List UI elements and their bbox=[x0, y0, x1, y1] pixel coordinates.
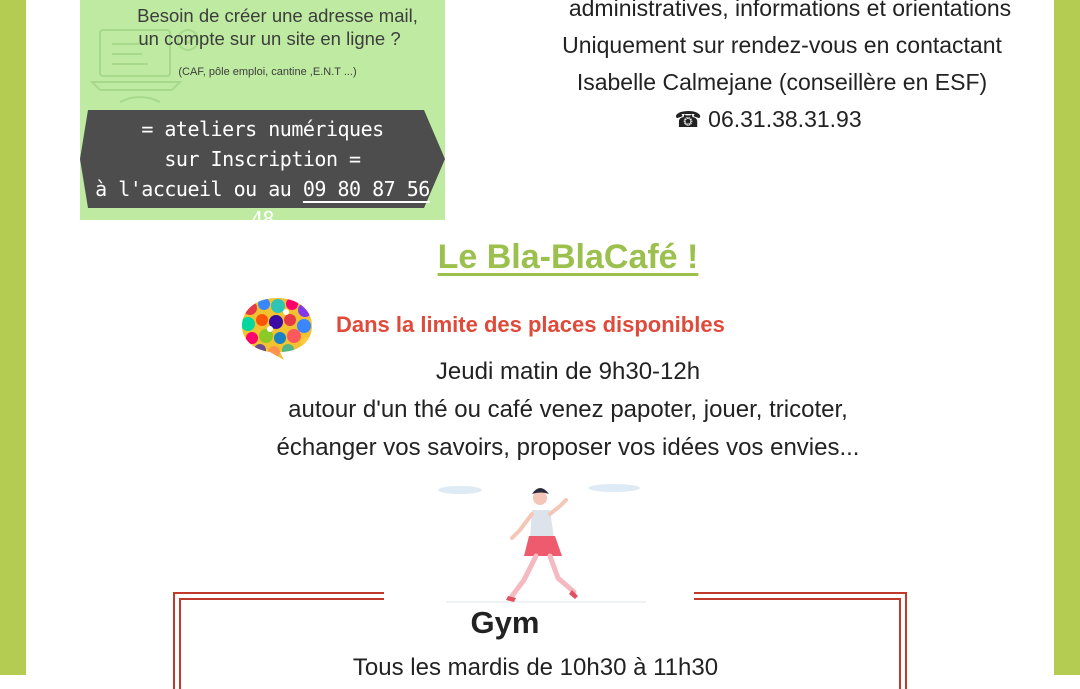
banner-line: à l'accueil ou au 09 80 87 56 48 bbox=[80, 174, 445, 220]
speech-bubble-icon bbox=[242, 298, 312, 360]
description-line: autour d'un thé ou café venez papoter, j… bbox=[288, 396, 848, 423]
banner-line: = ateliers numériques bbox=[141, 117, 384, 141]
appointment-info: administratives, informations et orienta… bbox=[460, 0, 1080, 138]
banner-prefix: à l'accueil ou au bbox=[95, 177, 303, 201]
workshop-banner-text: = ateliers numériques sur Inscription = … bbox=[80, 114, 445, 220]
description-line: Jeudi matin de 9h30-12h bbox=[435, 358, 701, 385]
workshop-question: Besoin de créer une adresse mail, un com… bbox=[80, 4, 445, 50]
info-line: Isabelle Calmejane (conseillère en ESF) bbox=[576, 69, 988, 95]
info-phone-line: ☎ 06.31.38.31.93 bbox=[458, 101, 1078, 138]
banner-line: sur Inscription = bbox=[164, 147, 361, 171]
info-line: Uniquement sur rendez-vous en contactant bbox=[562, 32, 1002, 58]
availability-notice: Dans la limite des places disponibles bbox=[336, 312, 725, 337]
walking-woman-illustration bbox=[438, 484, 646, 603]
info-line: administratives, informations et orienta… bbox=[568, 0, 1012, 21]
gym-schedule: Tous les mardis de 10h30 à 11h30 bbox=[352, 654, 719, 681]
question-line: Besoin de créer une adresse mail, bbox=[137, 5, 418, 26]
left-frame-border bbox=[0, 0, 26, 675]
blabla-title: Le Bla-BlaCafé ! bbox=[437, 238, 699, 276]
gym-title: Gym bbox=[470, 605, 540, 640]
phone-icon: ☎ bbox=[674, 107, 702, 132]
workshop-examples: (CAF, pôle emploi, cantine ,E.N.T ...) bbox=[178, 66, 357, 78]
digital-workshop-card: Besoin de créer une adresse mail, un com… bbox=[80, 0, 445, 220]
blabla-description: Jeudi matin de 9h30-12h autour d'un thé … bbox=[0, 353, 1080, 467]
contact-phone-number: 06.31.38.31.93 bbox=[708, 106, 862, 132]
description-line: échanger vos savoirs, proposer vos idées… bbox=[276, 434, 860, 461]
question-line: un compte sur un site en ligne ? bbox=[138, 28, 401, 49]
